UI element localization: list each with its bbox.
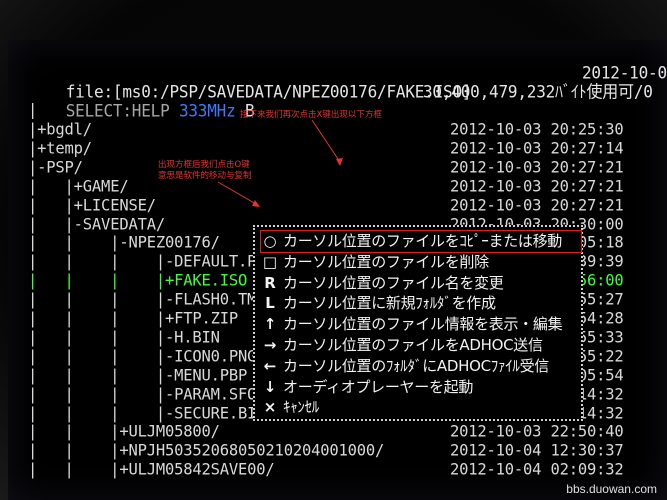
watermark: bbs.duowan.com	[566, 482, 657, 496]
menu-item[interactable]: □ カーソル位置のファイルを削除	[261, 252, 581, 273]
psp-screen: file:[ms0:/PSP/SAVEDATA/NPEZ00176/FAKE.I…	[8, 40, 667, 500]
menu-item[interactable]: → カーソル位置のファイルをADHOC送信	[261, 335, 581, 356]
menu-item[interactable]: ← カーソル位置のﾌｫﾙﾀﾞにADHOCﾌｧｲﾙ受信	[261, 356, 581, 377]
menu-item[interactable]: × ｷｬﾝｾﾙ	[261, 397, 581, 418]
tree-row-datetime: 2012-10-03 20:27:14	[450, 138, 624, 158]
tree-row-name: |+	[28, 138, 47, 158]
tree-row-name: | |-	[28, 214, 83, 234]
tree-row-filename: FLASH0.TMP	[174, 290, 266, 309]
tree-row-filename: GAME/	[82, 176, 129, 196]
tree-row-datetime: 2012-10-04 02:09:32	[450, 460, 624, 480]
annotation-arrow-left	[217, 181, 260, 207]
r-button-icon: R	[264, 273, 276, 292]
tree-row-filename: ULJM05842SAVE00/	[128, 460, 275, 480]
tree-row-filename: SAVEDATA/	[82, 214, 165, 234]
tree-row-filename: ULJM05800/	[128, 422, 220, 442]
arrow-right-icon: →	[263, 336, 277, 354]
tree-row-name: | | |+	[28, 422, 129, 442]
tree-row-name: | | | |-	[28, 403, 175, 423]
tree-row-filename: H.BIN	[174, 327, 220, 347]
header-date: 2012-10-05	[582, 62, 667, 83]
menu-item-label: ｷｬﾝｾﾙ	[283, 398, 320, 417]
menu-item[interactable]: ○ カーソル位置のファイルをｺﾋﾟｰまたは移動	[260, 230, 582, 253]
tree-row-name: | | | |-	[28, 290, 175, 309]
tree-row-filename: LICENSE/	[82, 195, 156, 215]
tree-row-name: | | | |+	[28, 309, 175, 328]
tree-row-filename: PARAM.SFO	[174, 384, 257, 404]
tree-row-name: | | |+	[28, 441, 129, 461]
cpu-clock: 333MHz	[178, 100, 236, 121]
tree-row-filename: temp/	[46, 138, 92, 158]
tree-row-datetime: 2012-10-03 20:27:21	[450, 157, 624, 177]
tree-row-name: | | |+	[28, 460, 129, 480]
tree-row-name: | |+	[28, 176, 83, 196]
arrow-left-icon: ←	[263, 356, 277, 375]
tree-row-name: | | | |+	[28, 271, 175, 291]
tree-row-name: |-	[28, 157, 47, 177]
tree-row-name: | | | |-	[28, 346, 175, 366]
tree-row-datetime: 2012-10-03 22:50:40	[450, 422, 624, 442]
tree-row-filename: FAKE.ISO	[174, 271, 248, 291]
l-button-icon: L	[265, 294, 275, 313]
menu-item-label: カーソル位置のファイルをｺﾋﾟｰまたは移動	[283, 232, 563, 250]
tree-row-datetime: 2012-10-03 20:27:21	[450, 176, 624, 196]
tree-row-filename: ICON0.PNG	[174, 346, 257, 366]
menu-item-label: カーソル位置に新規ﾌｫﾙﾀﾞを作成	[283, 294, 496, 313]
tree-row-name: | | | |-	[28, 327, 175, 347]
file-action-menu[interactable]: ○ カーソル位置のファイルをｺﾋﾟｰまたは移動 □ カーソル位置のファイルを削除 R カー…	[253, 225, 583, 421]
menu-item-label: カーソル位置のﾌｫﾙﾀﾞにADHOCﾌｧｲﾙ受信	[283, 356, 549, 375]
annotation-left-1: 出现方框后我们点击O键	[158, 160, 250, 170]
tree-row-filename: NPEZ00176/	[128, 233, 220, 253]
menu-item-label: カーソル位置のファイル情報を表示・編集	[283, 315, 563, 334]
tree-row-datetime: 2012-10-04 12:30:37	[450, 441, 624, 461]
menu-item[interactable]: ↓ オーディオプレーヤーを起動	[261, 377, 581, 398]
tree-row-name: |+	[28, 120, 47, 139]
tree-row-filename: MENU.PBP	[174, 365, 248, 385]
menu-item[interactable]: L カーソル位置に新規ﾌｫﾙﾀﾞを作成	[261, 293, 581, 314]
menu-item-label: オーディオプレーヤーを起動	[283, 377, 474, 396]
tree-row-name: | | | |-	[28, 365, 175, 385]
menu-item[interactable]: ↑ カーソル位置のファイル情報を表示・編集	[261, 314, 581, 335]
select-help: SELECT:HELP	[65, 100, 170, 121]
annotation-arrow-top	[311, 119, 343, 166]
menu-item-label: カーソル位置のファイルを削除	[283, 252, 489, 271]
tree-row-name: | | | |-	[28, 384, 175, 404]
arrow-up-icon: ↑	[263, 315, 277, 334]
tree-row-filename: SECURE.BIN	[174, 403, 266, 423]
tree-row-filename: PSP/	[46, 157, 83, 177]
circle-icon: ○	[263, 232, 277, 250]
menu-item-label: カーソル位置のファイル名を変更	[283, 273, 504, 292]
tree-row-name: | |+	[28, 195, 83, 215]
arrow-down-icon: ↓	[263, 377, 277, 396]
menu-item-label: カーソル位置のファイルをADHOC送信	[283, 336, 543, 354]
disk-usage: 30,400,479,232ﾊﾞｲﾄ使用可/0	[423, 81, 653, 102]
tree-row-datetime: 2012-10-03 20:25:30	[450, 120, 624, 139]
tree-row-filename: FTP.ZIP	[174, 309, 239, 328]
menu-item[interactable]: R カーソル位置のファイル名を変更	[261, 273, 581, 294]
square-icon: □	[262, 252, 278, 271]
tree-row-name: | | |-	[28, 233, 129, 253]
tree-row-filename: bgdl/	[46, 120, 92, 139]
tree-row-filename: NPJH50352068050210204001000/	[128, 441, 385, 461]
tree-root-line: |	[28, 100, 38, 120]
cross-icon: ×	[263, 398, 277, 417]
tree-row-name: | | | |-	[28, 252, 175, 272]
tree-row-datetime: 2012-10-03 20:27:21	[450, 195, 624, 215]
